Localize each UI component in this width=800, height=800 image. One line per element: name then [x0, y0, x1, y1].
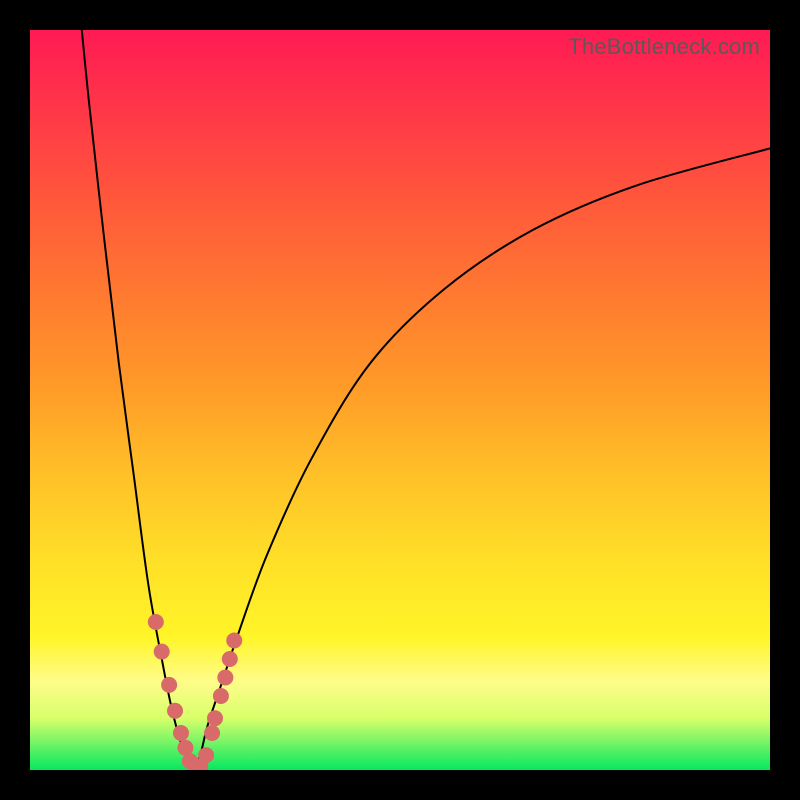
highlight-dot — [173, 725, 189, 741]
highlight-dot — [148, 614, 164, 630]
outer-frame: TheBottleneck.com — [0, 0, 800, 800]
highlight-dot — [204, 725, 220, 741]
highlight-dots-group — [148, 614, 242, 770]
curve-right-branch — [193, 148, 770, 770]
highlight-dot — [213, 688, 229, 704]
highlight-dot — [217, 670, 233, 686]
plot-area: TheBottleneck.com — [30, 30, 770, 770]
highlight-dot — [222, 651, 238, 667]
highlight-dot — [167, 703, 183, 719]
highlight-dot — [161, 677, 177, 693]
curve-left-branch — [82, 30, 193, 770]
highlight-dot — [226, 633, 242, 649]
highlight-dot — [198, 747, 214, 763]
chart-svg — [30, 30, 770, 770]
highlight-dot — [154, 644, 170, 660]
highlight-dot — [207, 710, 223, 726]
